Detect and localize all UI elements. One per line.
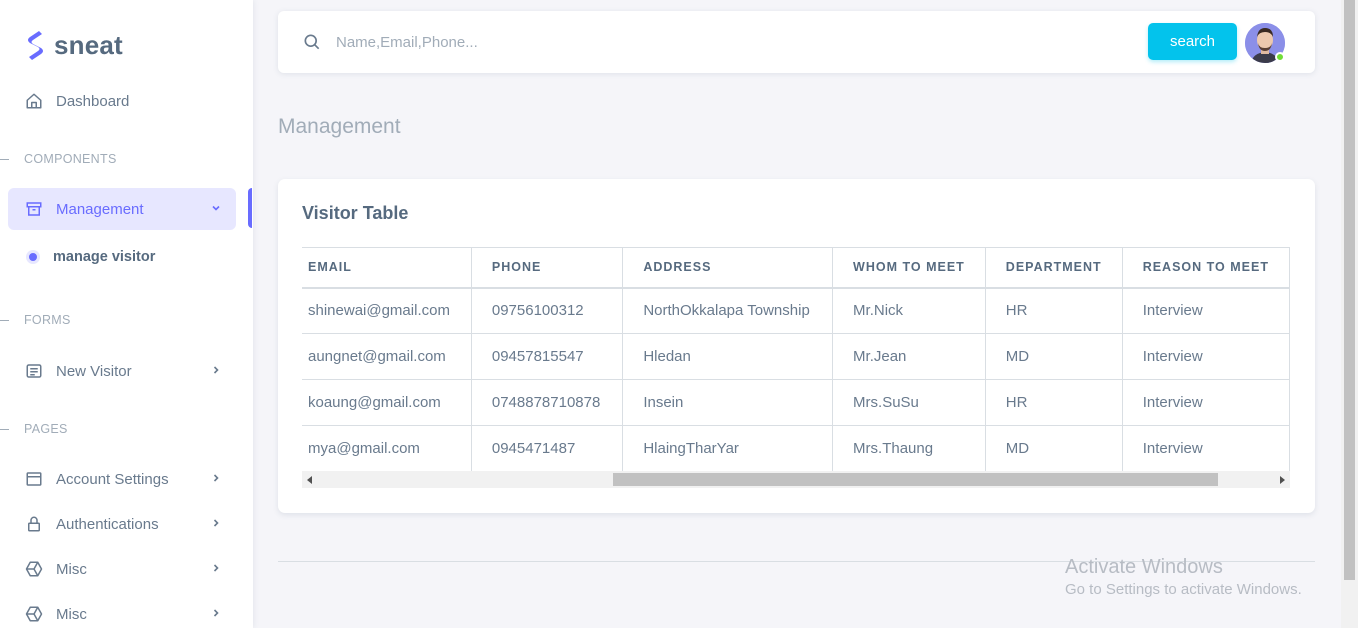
cell-whom-to-meet: Mr.Jean [832, 333, 986, 380]
horizontal-scrollbar[interactable] [302, 471, 1290, 488]
card-title: Visitor Table [302, 203, 409, 223]
section-forms: FORMS [0, 310, 253, 330]
sneat-logo-icon [28, 31, 43, 60]
chevron-right-icon [213, 609, 219, 617]
chevron-right-icon [213, 366, 219, 374]
table-row: shinewai@gmail.com 09756100312 NorthOkka… [302, 287, 1290, 334]
sidebar-item-label: New Visitor [56, 362, 132, 380]
archive-icon [24, 199, 44, 219]
cell-department: HR [985, 287, 1123, 334]
sidebar: sneat Dashboard COMPONENTS Management ma… [0, 0, 253, 628]
table-row: mya@gmail.com 0945471487 HlaingTharYar M… [302, 425, 1290, 471]
chevron-right-icon [213, 564, 219, 572]
sidebar-item-label: Account Settings [56, 470, 169, 488]
column-header-department: DEPARTMENT [985, 247, 1123, 289]
cube-icon [24, 559, 44, 579]
column-header-address: ADDRESS [622, 247, 834, 289]
visitor-table: EMAIL PHONE ADDRESS WHOM TO MEET DEPARTM… [302, 247, 1290, 471]
table-row: koaung@gmail.com 0748878710878 Insein Mr… [302, 379, 1290, 426]
cell-email: aungnet@gmail.com [302, 333, 472, 380]
sidebar-item-label: Misc [56, 605, 87, 623]
visitor-table-card: Visitor Table EMAIL PHONE ADDRESS WHOM T… [278, 179, 1315, 513]
search-input[interactable] [336, 27, 1116, 57]
activate-windows-subtitle: Go to Settings to activate Windows. [1065, 581, 1302, 598]
column-header-whom-to-meet: WHOM TO MEET [832, 247, 986, 289]
sidebar-item-new-visitor[interactable]: New Visitor [8, 350, 236, 392]
active-indicator [248, 188, 252, 228]
column-header-phone: PHONE [471, 247, 624, 289]
sidebar-item-authentications[interactable]: Authentications [8, 503, 236, 545]
section-label: FORMS [24, 313, 71, 327]
search-icon [304, 34, 320, 50]
page-title: Management [278, 115, 401, 138]
cube-icon [24, 604, 44, 624]
sidebar-item-label: Dashboard [56, 92, 130, 110]
sidebar-item-dashboard[interactable]: Dashboard [8, 80, 236, 122]
sidebar-item-account-settings[interactable]: Account Settings [8, 458, 236, 500]
cell-email: koaung@gmail.com [302, 379, 472, 426]
cell-phone: 0945471487 [471, 425, 624, 471]
cell-address: HlaingTharYar [622, 425, 834, 471]
scrollbar-thumb[interactable] [613, 473, 1218, 486]
chevron-right-icon [213, 474, 219, 482]
bullet-icon [29, 253, 37, 261]
sidebar-item-label: Misc [56, 560, 87, 578]
sidebar-item-management[interactable]: Management [8, 188, 236, 230]
scroll-right-arrow-icon[interactable] [1280, 476, 1285, 484]
sidebar-subitem-manage-visitor[interactable]: manage visitor [24, 246, 155, 268]
lock-icon [24, 514, 44, 534]
column-header-email: EMAIL [302, 247, 472, 289]
cell-address: Insein [622, 379, 834, 426]
vertical-scrollbar[interactable] [1341, 0, 1358, 628]
cell-whom-to-meet: Mr.Nick [832, 287, 986, 334]
brand-name: sneat [54, 29, 123, 60]
search-button[interactable]: search [1148, 23, 1237, 60]
form-icon [24, 361, 44, 381]
cell-reason: Interview [1122, 333, 1290, 380]
section-pages: PAGES [0, 419, 253, 439]
cell-address: NorthOkkalapa Township [622, 287, 834, 334]
avatar[interactable] [1245, 23, 1285, 63]
online-status-badge [1275, 52, 1285, 62]
cell-whom-to-meet: Mrs.SuSu [832, 379, 986, 426]
cell-department: HR [985, 379, 1123, 426]
brand[interactable]: sneat [24, 28, 123, 62]
window-icon [24, 469, 44, 489]
sidebar-item-label: Authentications [56, 515, 159, 533]
sidebar-item-label: Management [56, 200, 144, 218]
column-header-reason-to-meet: REASON TO MEET [1122, 247, 1290, 289]
section-label: COMPONENTS [24, 152, 117, 166]
table-scroll-container[interactable]: EMAIL PHONE ADDRESS WHOM TO MEET DEPARTM… [302, 247, 1290, 471]
cell-email: shinewai@gmail.com [302, 287, 472, 334]
scroll-left-arrow-icon[interactable] [307, 476, 312, 484]
activate-windows-title: Activate Windows [1065, 556, 1223, 578]
scrollbar-thumb[interactable] [1344, 0, 1355, 580]
cell-department: MD [985, 425, 1123, 471]
cell-department: MD [985, 333, 1123, 380]
cell-reason: Interview [1122, 287, 1290, 334]
chevron-right-icon [213, 519, 219, 527]
sidebar-item-misc-2[interactable]: Misc [8, 593, 236, 628]
cell-phone: 09457815547 [471, 333, 624, 380]
cell-reason: Interview [1122, 425, 1290, 471]
table-row: aungnet@gmail.com 09457815547 Hledan Mr.… [302, 333, 1290, 380]
cell-phone: 09756100312 [471, 287, 624, 334]
sidebar-subitem-label: manage visitor [53, 249, 156, 265]
sidebar-item-misc[interactable]: Misc [8, 548, 236, 590]
section-components: COMPONENTS [0, 149, 253, 169]
top-navbar: search [278, 11, 1315, 73]
chevron-down-icon [212, 205, 220, 211]
section-label: PAGES [24, 422, 68, 436]
cell-whom-to-meet: Mrs.Thaung [832, 425, 986, 471]
home-icon [24, 91, 44, 111]
cell-address: Hledan [622, 333, 834, 380]
cell-reason: Interview [1122, 379, 1290, 426]
table-header-row: EMAIL PHONE ADDRESS WHOM TO MEET DEPARTM… [302, 247, 1290, 289]
cell-phone: 0748878710878 [471, 379, 624, 426]
cell-email: mya@gmail.com [302, 425, 472, 471]
